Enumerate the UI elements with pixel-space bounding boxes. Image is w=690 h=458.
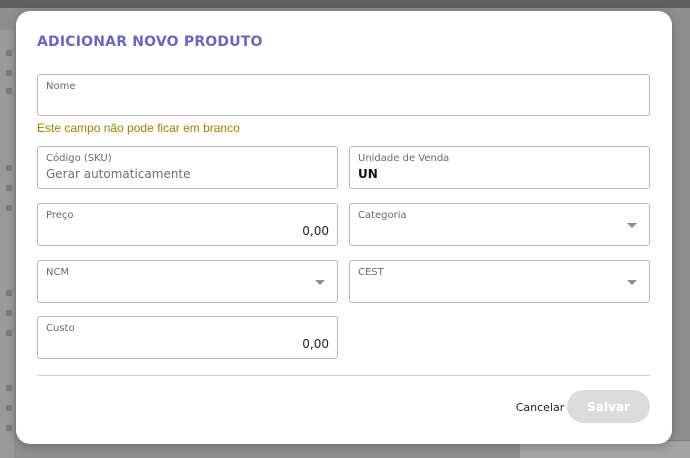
background-topbar xyxy=(0,0,690,8)
name-field[interactable]: Nome xyxy=(37,74,650,116)
chevron-down-icon xyxy=(627,223,637,228)
name-field-label: Nome xyxy=(46,81,76,92)
sku-field-placeholder: Gerar automaticamente xyxy=(46,167,191,181)
modal-title: ADICIONAR NOVO PRODUTO xyxy=(37,34,263,50)
footer-divider xyxy=(37,375,650,376)
sales-unit-field-label: Unidade de Venda xyxy=(358,153,450,164)
background-list-marker xyxy=(6,88,12,94)
ncm-select-label: NCM xyxy=(46,267,70,278)
price-field-value: 0,00 xyxy=(302,224,329,238)
background-list-marker xyxy=(6,425,12,431)
price-field-label: Preço xyxy=(46,210,74,221)
background-list-marker xyxy=(6,330,12,336)
cest-select[interactable]: CEST xyxy=(349,260,650,303)
add-product-modal: ADICIONAR NOVO PRODUTO Nome Este campo n… xyxy=(16,11,672,444)
name-error-message: Este campo não pode ficar em branco xyxy=(37,121,240,135)
background-sidebar xyxy=(0,30,14,458)
cest-select-label: CEST xyxy=(358,267,384,278)
cancel-button[interactable]: Cancelar xyxy=(512,398,568,416)
cost-field-value: 0,00 xyxy=(302,337,329,351)
background-list-marker xyxy=(6,205,12,211)
background-list-marker xyxy=(6,70,12,76)
cost-field[interactable]: Custo 0,00 xyxy=(37,316,338,359)
category-select-label: Categoria xyxy=(358,210,407,221)
sales-unit-field-value: UN xyxy=(358,167,378,181)
background-list-marker xyxy=(6,385,12,391)
chevron-down-icon xyxy=(627,280,637,285)
background-list-marker xyxy=(6,405,12,411)
background-list-marker xyxy=(6,290,12,296)
sales-unit-field[interactable]: Unidade de Venda UN xyxy=(349,146,650,189)
ncm-select[interactable]: NCM xyxy=(37,260,338,303)
sku-field-label: Código (SKU) xyxy=(46,153,112,164)
background-list-marker xyxy=(6,310,12,316)
background-list-marker xyxy=(6,185,12,191)
category-select[interactable]: Categoria xyxy=(349,203,650,246)
cost-field-label: Custo xyxy=(46,323,75,334)
sku-field[interactable]: Código (SKU) Gerar automaticamente xyxy=(37,146,338,189)
background-list-marker xyxy=(6,165,12,171)
save-button[interactable]: Salvar xyxy=(567,390,650,423)
price-field[interactable]: Preço 0,00 xyxy=(37,203,338,246)
chevron-down-icon xyxy=(315,280,325,285)
background-list-marker xyxy=(6,50,12,56)
